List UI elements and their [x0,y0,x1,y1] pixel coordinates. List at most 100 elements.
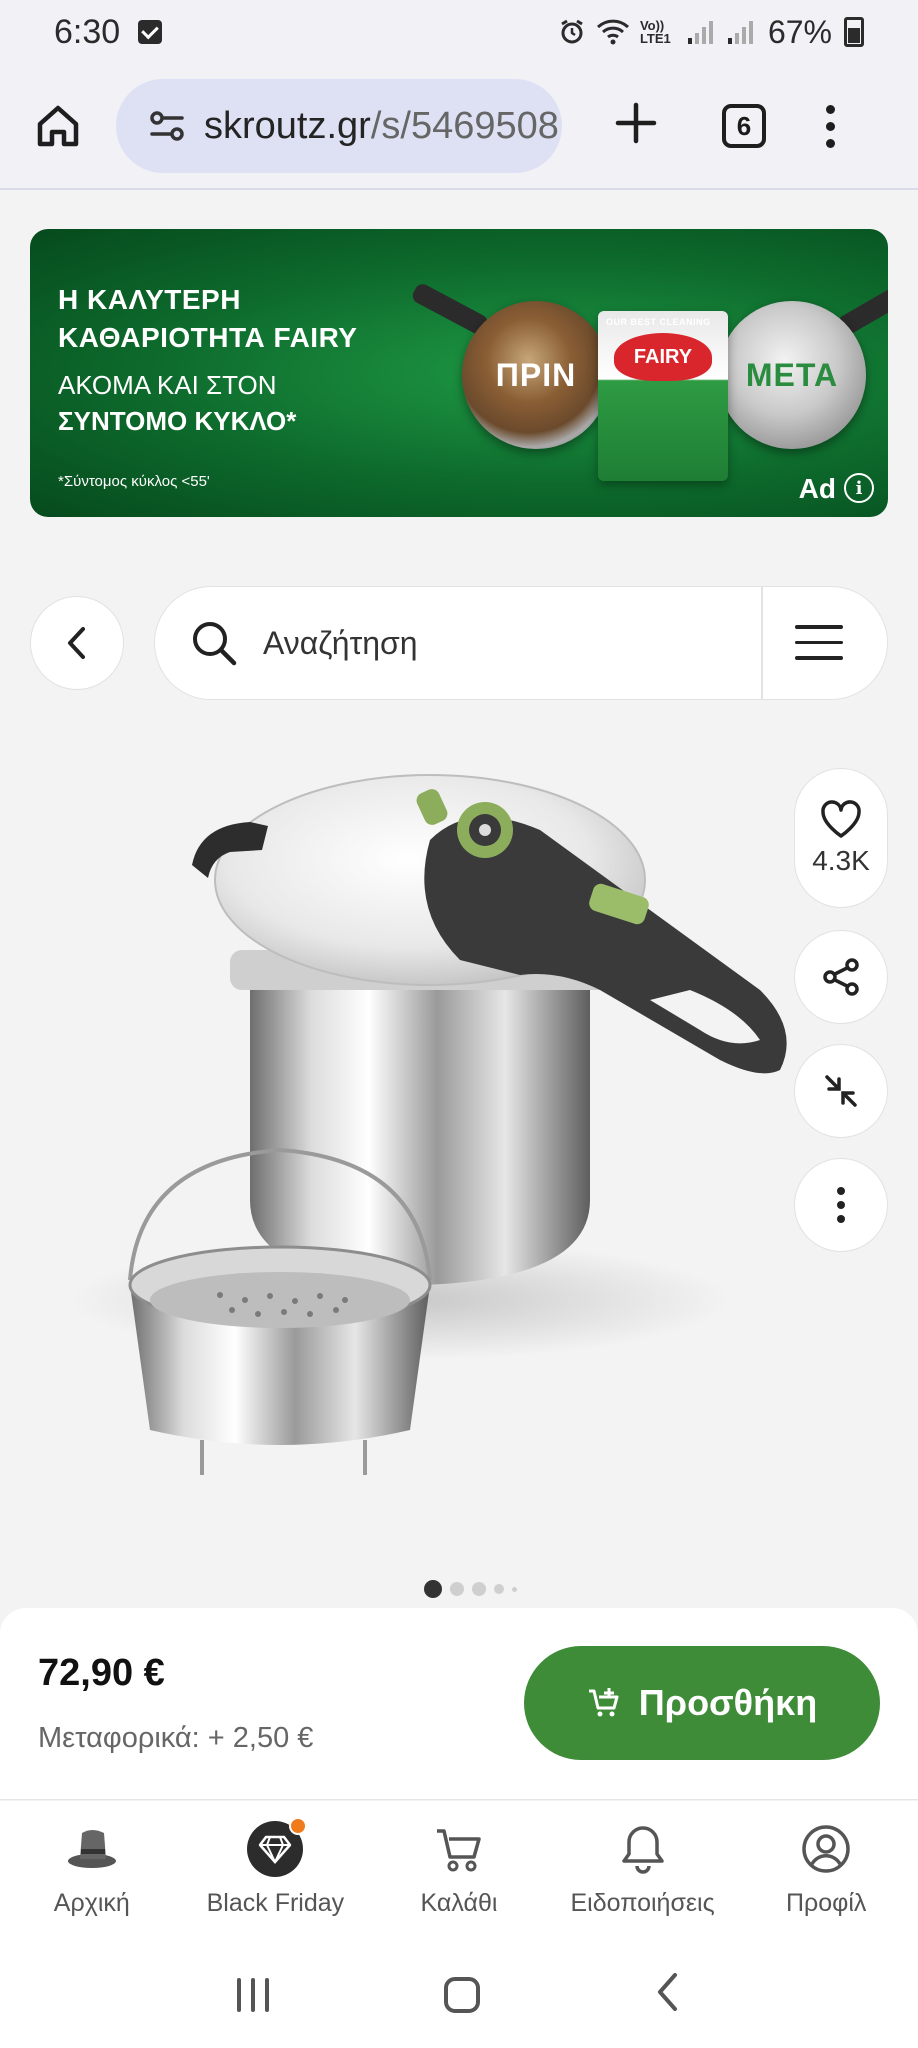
nav-item-black-friday[interactable]: Black Friday [184,1801,368,1941]
back-button[interactable] [30,596,124,690]
menu-button[interactable] [795,625,843,672]
ad-info-glyph: i [855,477,863,499]
recents-bar [265,1977,270,2012]
plus-icon [615,102,657,144]
price: 72,90 € [38,1652,165,1694]
carousel-dot[interactable] [450,1582,464,1596]
after-label: ΜΕΤΑ [745,356,839,393]
overflow-dot [826,104,835,114]
status-icons: Vo)) LTE1 [558,18,756,46]
heart-icon [821,800,861,838]
before-label: ΠΡΙΝ [495,356,577,393]
status-time: 6:30 [54,12,121,51]
add-to-cart-button[interactable]: Προσθήκη [524,1646,880,1760]
ad-info-icon[interactable]: i [844,473,874,503]
bottom-navigation: Αρχική Black Friday Καλάθι Ειδοποιήσεις … [0,1801,918,1941]
image-carousel-indicator[interactable] [424,1580,517,1598]
ad-label: Ad [798,473,836,504]
search-icon [189,618,239,668]
hamburger-line [795,656,843,660]
nav-label-home: Αρχική [53,1889,130,1917]
hamburger-line [795,625,843,629]
signal-icon [687,21,713,44]
diamond-icon [247,1817,308,1877]
checkbox-notification-icon [138,20,163,44]
tabs-button[interactable]: 6 [722,104,766,148]
ad-subline-2: ΣΥΝΤΟΜΟ ΚΥΚΛΟ* [58,406,297,436]
ad-headline-1: Η ΚΑΛΥΤΕΡΗ [58,284,241,315]
ad-footnote: *Σύντομος κύκλος <55' [58,473,210,490]
favorite-button[interactable]: 4.3K [794,768,888,908]
more-options-button[interactable] [794,1158,888,1252]
nav-label-profile: Προφίλ [785,1889,867,1917]
profile-icon [796,1821,856,1877]
ad-banner[interactable]: Η ΚΑΛΥΤΕΡΗ ΚΑΘΑΡΙΟΤΗΤΑ FAIRY ΑΚΟΜΑ ΚΑΙ Σ… [30,229,888,517]
carousel-dot-active[interactable] [424,1580,442,1598]
pack-tagline: OUR BEST CLEANING [606,317,711,327]
home-hat-icon [62,1821,122,1877]
overflow-menu-button[interactable] [826,104,835,148]
fairy-logo: FAIRY [614,333,712,381]
shipping-cost: Μεταφορικά: + 2,50 € [38,1722,314,1754]
nav-item-home[interactable]: Αρχική [0,1801,184,1941]
cart-plus-icon [588,1688,619,1717]
notification-dot [289,1817,308,1835]
carousel-dot[interactable] [494,1584,504,1594]
url-host: skroutz.gr [204,104,371,147]
address-bar[interactable]: skroutz.gr/s/5469508 [116,79,562,173]
recents-bar [251,1977,256,2012]
network-type: Vo)) LTE1 [639,18,671,46]
recent-apps-button[interactable] [237,1977,270,2012]
purchase-panel: 72,90 € Μεταφορικά: + 2,50 € Προσθήκη [0,1608,918,1800]
recents-bar [237,1977,242,2012]
ad-headline-2: ΚΑΘΑΡΙΟΤΗΤΑ FAIRY [58,322,358,353]
nav-label-black-friday: Black Friday [206,1889,345,1917]
add-to-cart-label: Προσθήκη [638,1682,818,1723]
status-bar: 6:30 Vo)) LTE1 67% [0,0,918,64]
ad-copy: Η ΚΑΛΥΤΕΡΗ ΚΑΘΑΡΙΟΤΗΤΑ FAIRY ΑΚΟΜΑ ΚΑΙ Σ… [58,281,357,490]
home-icon [37,105,79,147]
product-image[interactable] [0,740,918,1580]
system-home-button[interactable] [443,1976,480,2013]
pressure-cooker-image [70,774,787,1475]
signal-icon-2 [727,21,753,44]
search-divider [761,587,763,699]
collapse-button[interactable] [794,1044,888,1138]
cart-icon [429,1821,489,1877]
browser-toolbar: skroutz.gr/s/5469508 6 [0,64,918,190]
nav-label-cart: Καλάθι [420,1889,498,1917]
nav-item-cart[interactable]: Καλάθι [367,1801,551,1941]
hamburger-line [795,640,843,644]
likes-count: 4.3K [812,845,870,876]
site-settings-icon[interactable] [148,109,186,143]
nav-item-profile[interactable]: Προφίλ [734,1801,918,1941]
overflow-dot [826,121,835,131]
nav-label-notifications: Ειδοποιήσεις [570,1889,715,1917]
system-navigation-bar [0,1941,918,2048]
battery-icon [844,17,864,47]
share-button[interactable] [794,930,888,1024]
overflow-dot [826,138,835,148]
battery-percent: 67% [767,13,832,50]
home-button[interactable] [28,96,88,156]
carousel-dot[interactable] [472,1582,486,1596]
search-bar[interactable]: Αναζήτηση [154,586,888,700]
wifi-icon [596,19,629,45]
vertical-dots-icon [837,1187,845,1223]
url-text[interactable]: skroutz.gr/s/5469508 [204,105,559,148]
clean-pan-image: ΜΕΤΑ [718,301,866,449]
collapse-arrows-icon [825,1075,857,1107]
nav-item-notifications[interactable]: Ειδοποιήσεις [551,1801,735,1941]
bell-icon [613,1821,673,1877]
chevron-left-icon [68,627,85,659]
new-tab-button[interactable] [606,97,666,155]
system-back-button[interactable] [655,1971,681,2018]
search-input[interactable]: Αναζήτηση [263,625,418,662]
url-path: /s/5469508 [370,104,559,147]
fairy-product-image: FAIRY [598,311,728,481]
carousel-dot[interactable] [512,1586,517,1592]
chevron-left-icon [657,1973,677,2011]
share-icon [823,958,859,996]
tab-count: 6 [736,110,752,141]
ad-subline-1: ΑΚΟΜΑ ΚΑΙ ΣΤΟΝ [58,370,277,400]
